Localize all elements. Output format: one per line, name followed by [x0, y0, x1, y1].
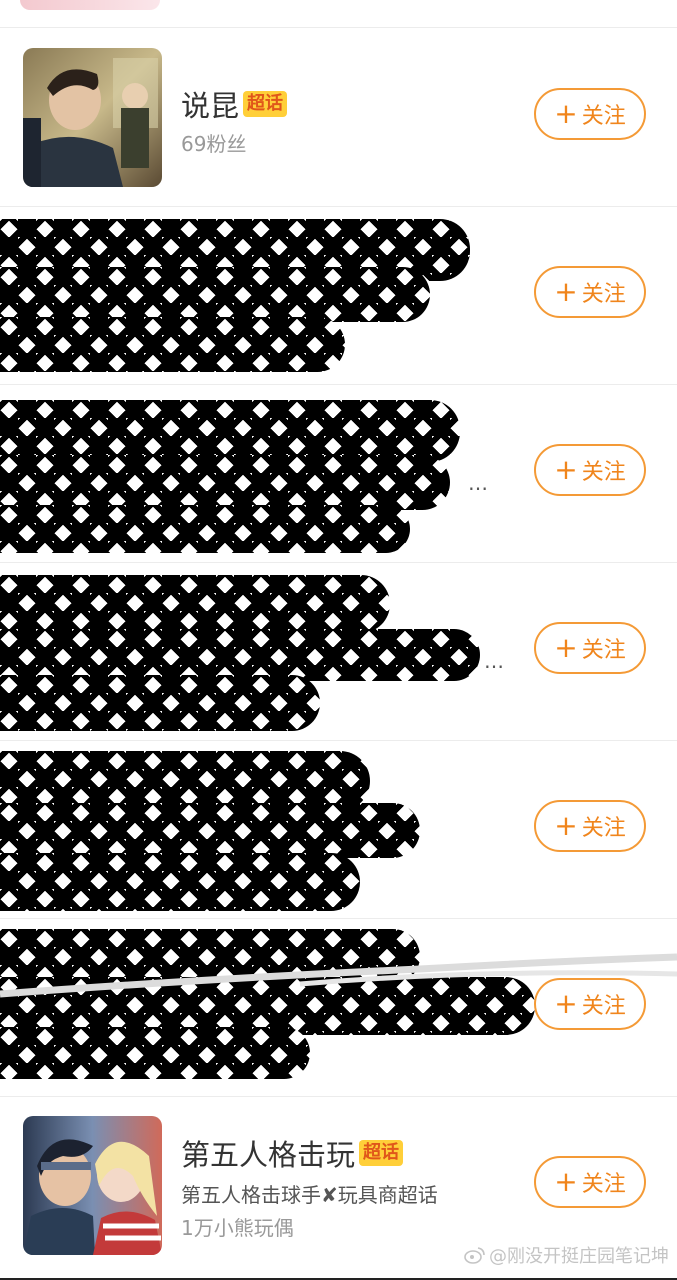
redaction-scribble: [0, 575, 390, 633]
topic-description: …: [484, 649, 504, 673]
follow-button[interactable]: + 关注: [534, 266, 646, 318]
super-topic-badge: 超话: [243, 91, 288, 117]
plus-icon: +: [554, 97, 578, 130]
plus-icon: +: [554, 809, 578, 842]
redaction-scribble: [0, 267, 430, 322]
redaction-scribble: [0, 675, 320, 731]
redaction-scribble: [0, 629, 480, 681]
list-item[interactable]: 超话 … +关注: [0, 563, 677, 741]
previous-row-edge: [0, 0, 677, 28]
list-item[interactable]: + 关注: [0, 741, 677, 919]
follow-button[interactable]: + 关注: [534, 88, 646, 140]
topic-name: 说昆: [181, 89, 240, 123]
follower-count: 69粉丝: [181, 132, 247, 156]
redaction-scribble: [0, 317, 345, 372]
avatar[interactable]: [23, 48, 162, 187]
previous-row-image-edge: [20, 0, 160, 10]
redaction-scribble: [0, 455, 450, 510]
topic-name: 第五人格击玩: [181, 1138, 356, 1172]
redaction-scribble: [0, 400, 460, 462]
redaction-scribble: [0, 751, 370, 811]
plus-icon: +: [554, 1165, 578, 1198]
follow-button[interactable]: + 关注: [534, 1156, 646, 1208]
follow-button[interactable]: + 关注: [534, 444, 646, 496]
follow-button[interactable]: + 关注: [534, 800, 646, 852]
topic-description: …: [468, 471, 488, 495]
plus-icon: +: [554, 453, 578, 486]
plus-icon: +: [554, 631, 578, 664]
super-topic-badge: 超话: [359, 1140, 404, 1166]
topic-description: 第五人格击球手✘玩具商超话: [181, 1183, 438, 1207]
redaction-scribble: [0, 853, 360, 911]
redaction-scribble: [0, 505, 410, 553]
redaction-scribble: [0, 1027, 310, 1079]
list-item[interactable]: 说昆 超话 69粉丝 + 关注: [0, 29, 677, 207]
follower-count: 1万小熊玩偶: [181, 1216, 294, 1240]
avatar[interactable]: [23, 1116, 162, 1255]
plus-icon: +: [554, 987, 578, 1020]
list-item[interactable]: + 关注: [0, 207, 677, 385]
list-item[interactable]: … + 关注: [0, 385, 677, 563]
list-item[interactable]: + 关注: [0, 919, 677, 1097]
divider: [0, 27, 677, 28]
follow-button[interactable]: + 关注: [534, 622, 646, 674]
watermark: @刚没开挺庄园笔记坤: [464, 1242, 669, 1268]
watermark-text: @刚没开挺庄园笔记坤: [489, 1246, 669, 1267]
redaction-scribble: [0, 803, 420, 858]
plus-icon: +: [554, 275, 578, 308]
follow-button[interactable]: + 关注: [534, 978, 646, 1030]
weibo-logo-icon: [464, 1247, 485, 1264]
